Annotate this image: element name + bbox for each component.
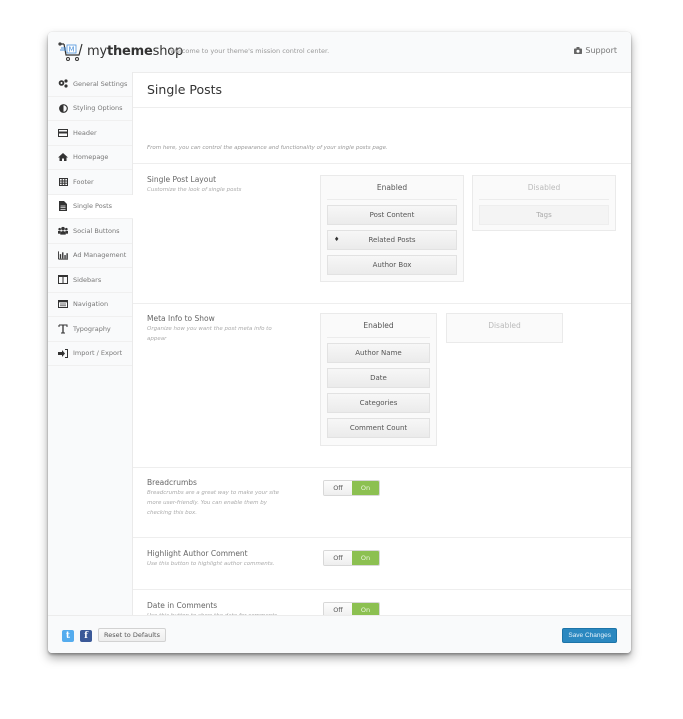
sidebar-item-label: Footer <box>73 177 94 186</box>
sortable-item-author-name[interactable]: Author Name <box>327 343 430 363</box>
save-changes-button[interactable]: Save Changes <box>562 628 617 643</box>
sidebar-item-label: Homepage <box>73 153 109 162</box>
sidebar-item-ad-management[interactable]: Ad Management <box>48 244 132 268</box>
sortable-item-tags[interactable]: Tags <box>479 205 609 225</box>
toggle-on-button[interactable]: On <box>352 551 379 565</box>
page-title: Single Posts <box>147 82 223 97</box>
sortable-item-post-content[interactable]: Post Content <box>327 205 457 225</box>
highlight-author-toggle[interactable]: Off On <box>323 550 380 566</box>
divider <box>133 303 631 304</box>
theme-options-window: M mythemeshop Welcome to your theme's mi… <box>48 32 631 653</box>
header-icon <box>58 128 68 138</box>
toggle-on-button[interactable]: On <box>352 481 379 495</box>
divider <box>133 467 631 468</box>
sidebar: General Settings Styling Options Header … <box>48 72 133 615</box>
file-icon <box>58 201 68 212</box>
logo-text: mythemeshop <box>87 43 184 59</box>
sortable-item-comment-count[interactable]: Comment Count <box>327 418 430 438</box>
option-description: Organize how you want the post meta info… <box>147 326 272 342</box>
sidebar-item-social-buttons[interactable]: Social Buttons <box>48 219 132 244</box>
sidebar-item-sidebars[interactable]: Sidebars <box>48 268 132 293</box>
sidebar-item-label: Import / Export <box>73 349 123 358</box>
enabled-header: Enabled <box>327 314 430 338</box>
sidebar-item-label: Ad Management <box>73 251 127 260</box>
welcome-message: Welcome to your theme's mission control … <box>170 47 330 55</box>
camera-icon <box>574 47 583 54</box>
sortable-item-categories[interactable]: Categories <box>327 393 430 413</box>
sidebar-item-typography[interactable]: Typography <box>48 317 132 342</box>
sidebar-item-label: Navigation <box>73 300 109 309</box>
layout-enabled-list: Enabled Post Content ♦ Related Posts Auth… <box>320 175 464 282</box>
disabled-header: Disabled <box>488 321 521 330</box>
option-description: Use this button to highlight author comm… <box>147 561 275 567</box>
option-description: Customize the look of single posts <box>147 187 242 193</box>
sortable-item-author-box[interactable]: Author Box <box>327 255 457 275</box>
meta-enabled-list: Enabled Author Name Date Categories Comm… <box>320 313 437 446</box>
footer-bar: t f Reset to Defaults Save Changes <box>48 615 631 653</box>
drag-handle-icon[interactable]: ♦ <box>334 231 339 249</box>
option-description: Breadcrumbs are a great way to make your… <box>147 490 280 516</box>
home-icon <box>58 152 68 162</box>
sortable-item-date[interactable]: Date <box>327 368 430 388</box>
sidebar-item-general-settings[interactable]: General Settings <box>48 72 132 97</box>
reset-to-defaults-button[interactable]: Reset to Defaults <box>98 628 166 642</box>
support-link[interactable]: Support <box>574 46 617 55</box>
divider <box>133 589 631 590</box>
page-intro: From here, you can control the appearanc… <box>147 145 388 151</box>
sortable-item-related-posts[interactable]: ♦ Related Posts <box>327 230 457 250</box>
option-title: Breadcrumbs <box>147 478 197 487</box>
meta-disabled-list: Disabled <box>446 313 563 343</box>
text-height-icon <box>58 324 68 334</box>
sidebar-item-label: Header <box>73 128 97 137</box>
facebook-icon[interactable]: f <box>80 630 92 642</box>
layout-disabled-list: Disabled Tags <box>472 175 616 231</box>
adjust-icon <box>58 103 68 113</box>
sidebar-item-label: Typography <box>73 324 111 333</box>
sidebar-item-label: Sidebars <box>73 275 102 284</box>
sign-in-icon <box>58 348 68 358</box>
toggle-off-button[interactable]: Off <box>324 481 352 495</box>
breadcrumbs-toggle[interactable]: Off On <box>323 480 380 496</box>
sidebar-item-label: Styling Options <box>73 104 123 113</box>
group-icon <box>58 226 68 236</box>
columns-icon <box>58 275 68 285</box>
option-title: Highlight Author Comment <box>147 549 248 558</box>
sidebar-item-import-export[interactable]: Import / Export <box>48 342 132 366</box>
sidebar-item-navigation[interactable]: Navigation <box>48 293 132 317</box>
navigation-icon <box>58 299 68 309</box>
mythemeshop-logo[interactable]: M mythemeshop <box>58 40 183 62</box>
gears-icon <box>58 79 68 89</box>
cart-logo-icon: M <box>58 42 83 61</box>
table-icon <box>58 177 68 187</box>
bar-chart-icon <box>58 250 68 260</box>
support-label: Support <box>585 46 617 55</box>
enabled-header: Enabled <box>327 176 457 200</box>
divider <box>133 107 631 108</box>
sidebar-item-homepage[interactable]: Homepage <box>48 146 132 170</box>
sidebar-item-label: Social Buttons <box>73 226 120 235</box>
divider <box>133 163 631 164</box>
twitter-icon[interactable]: t <box>62 630 74 642</box>
sidebar-item-header[interactable]: Header <box>48 121 132 146</box>
divider <box>133 537 631 538</box>
sidebar-item-single-posts[interactable]: Single Posts <box>48 194 133 219</box>
disabled-header: Disabled <box>479 176 609 200</box>
svg-text:M: M <box>68 46 74 54</box>
option-title: Meta Info to Show <box>147 314 215 323</box>
sidebar-item-label: Single Posts <box>73 202 113 211</box>
option-title: Single Post Layout <box>147 175 217 184</box>
toggle-off-button[interactable]: Off <box>324 551 352 565</box>
option-title: Date in Comments <box>147 601 218 610</box>
top-bar: M mythemeshop Welcome to your theme's mi… <box>48 32 631 73</box>
sidebar-item-styling-options[interactable]: Styling Options <box>48 97 132 121</box>
sidebar-item-footer[interactable]: Footer <box>48 170 132 195</box>
main-panel: Single Posts From here, you can control … <box>133 72 631 619</box>
sidebar-item-label: General Settings <box>73 79 128 88</box>
